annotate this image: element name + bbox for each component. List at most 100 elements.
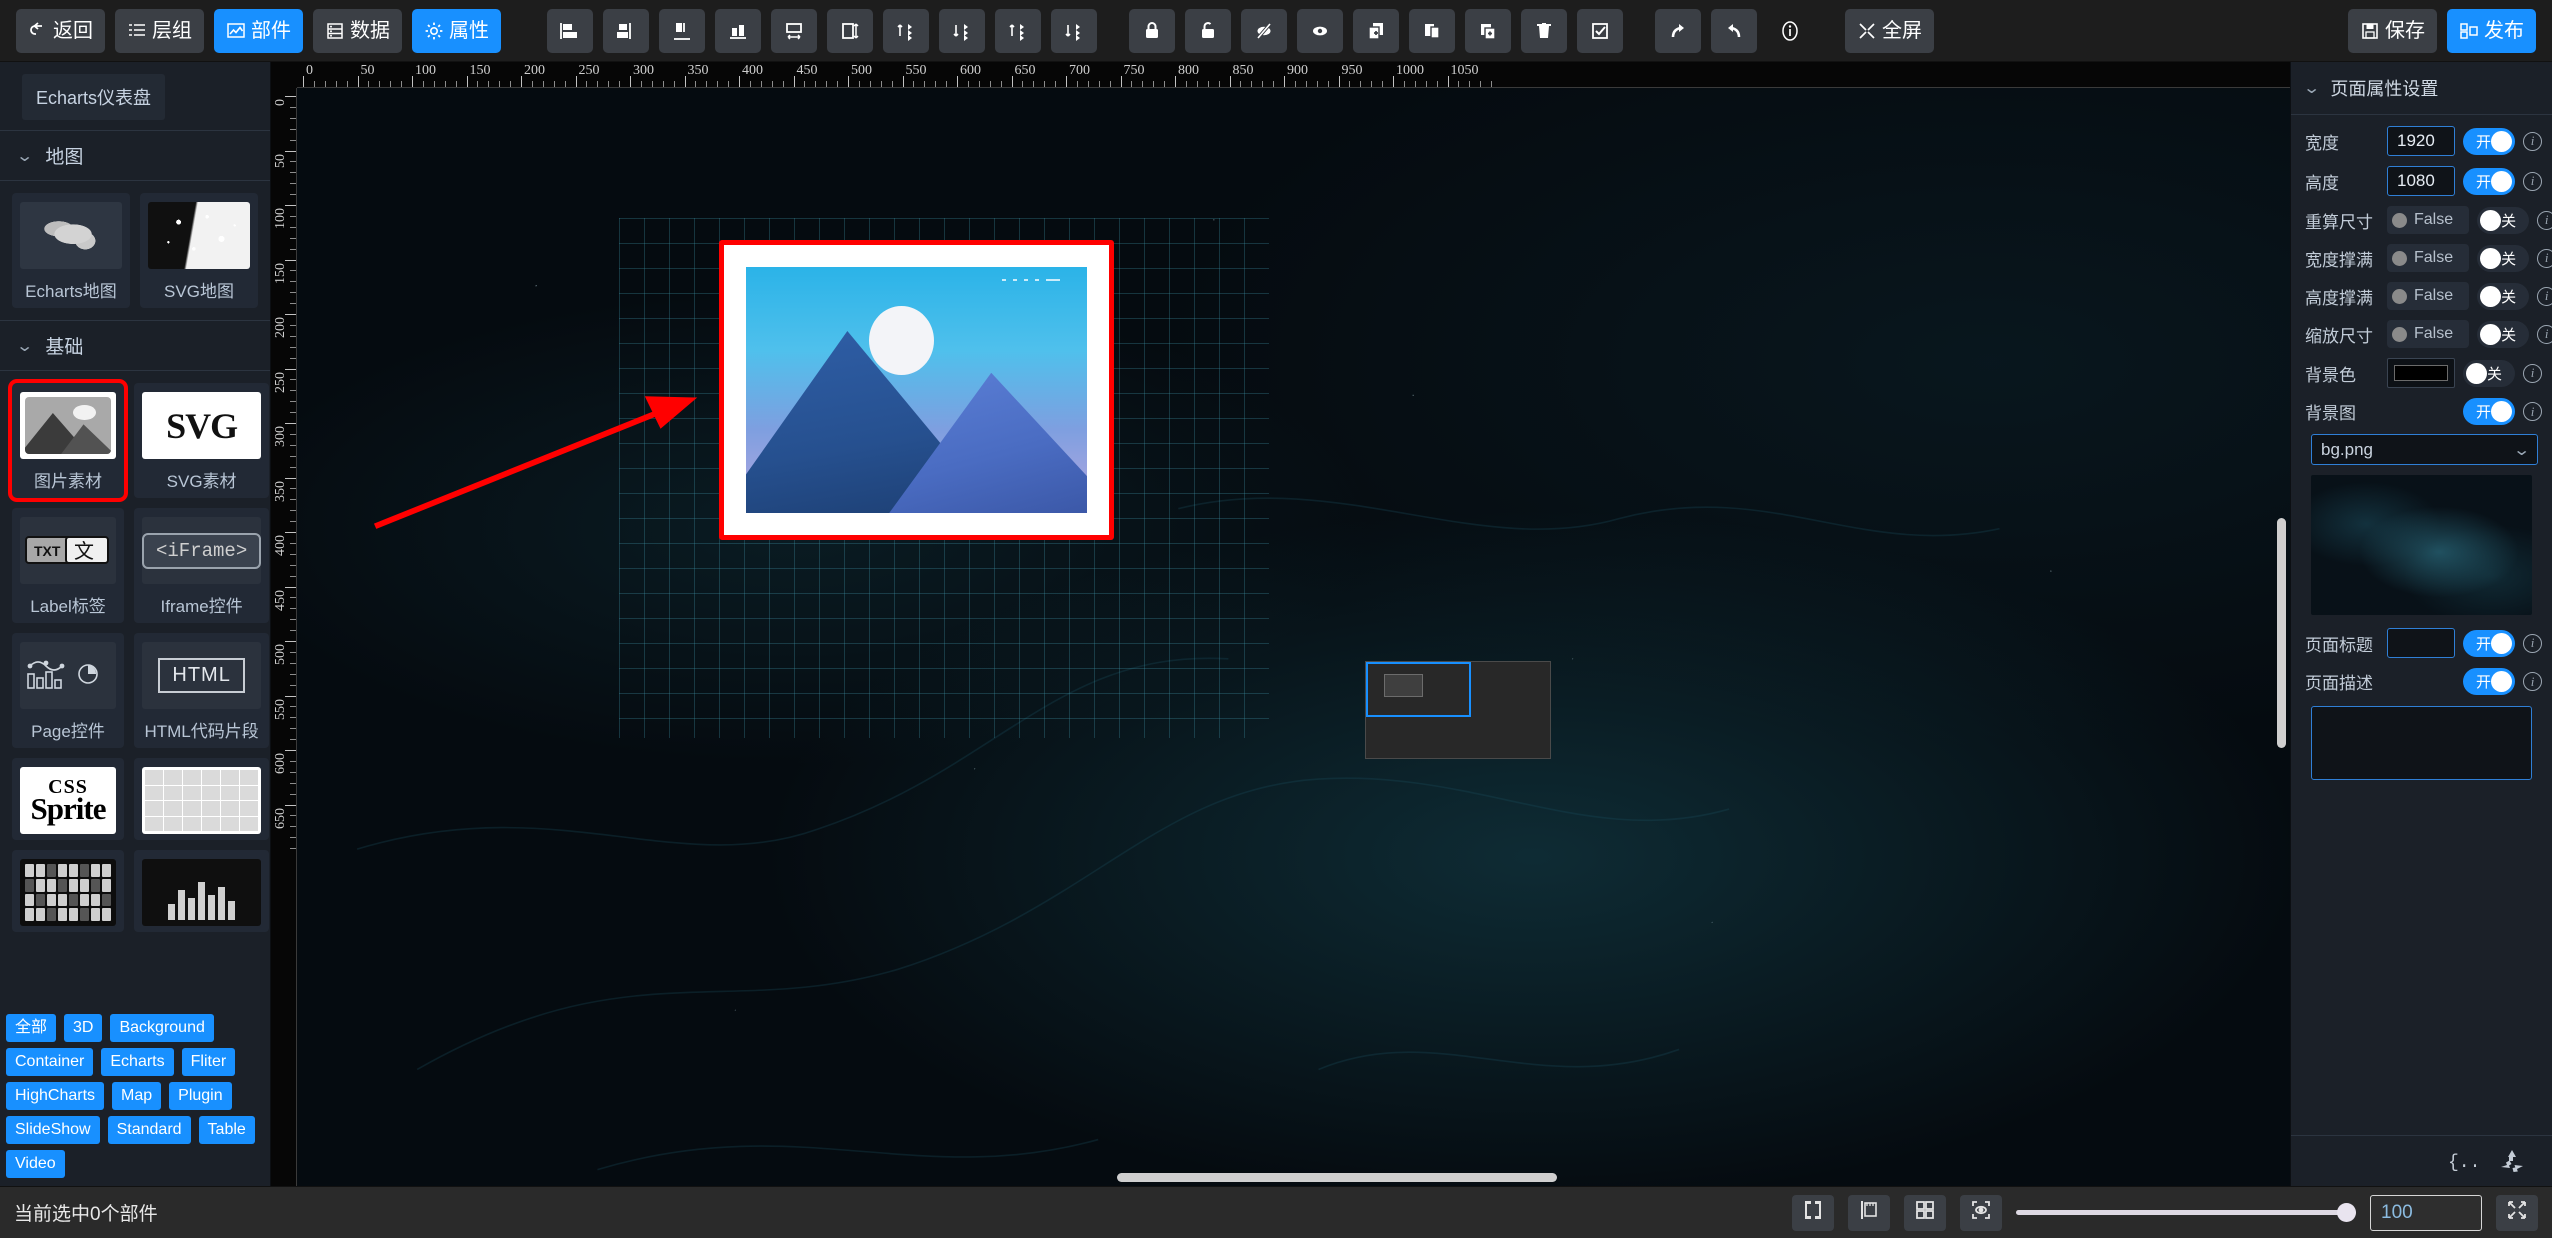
align-center-horizontal-button[interactable] bbox=[603, 8, 649, 53]
json-braces-icon[interactable]: {...} bbox=[2446, 1148, 2476, 1174]
canvas-image-element[interactable] bbox=[723, 244, 1110, 536]
zoom-slider-knob[interactable] bbox=[2337, 1203, 2356, 1222]
horizontal-ruler[interactable]: 0 50 100 150 200 250 300 350 400 450 500 550 600 650 7… bbox=[297, 62, 2290, 88]
filter-tag-video[interactable]: Video bbox=[6, 1150, 65, 1178]
bg-color-toggle[interactable]: 关 bbox=[2463, 359, 2515, 387]
info-icon[interactable]: i bbox=[2523, 171, 2542, 191]
page-desc-toggle[interactable]: 开 bbox=[2463, 668, 2515, 695]
component-card-echarts-map[interactable]: Echarts地图 bbox=[12, 193, 130, 308]
size-equal-height-button[interactable] bbox=[1051, 8, 1097, 53]
component-card-image-asset[interactable]: 图片素材 bbox=[8, 379, 128, 502]
width-input[interactable] bbox=[2387, 126, 2455, 156]
canvas-workspace[interactable]: 0 50 100 150 200 250 300 350 400 450 500 550 600 650 7… bbox=[271, 62, 2290, 1186]
page-desc-textarea[interactable] bbox=[2311, 706, 2532, 780]
height-toggle[interactable]: 开 bbox=[2463, 167, 2515, 195]
info-icon[interactable]: i bbox=[2523, 363, 2542, 383]
distribute-up-button[interactable] bbox=[883, 8, 929, 53]
collapse-button[interactable] bbox=[2496, 1194, 2538, 1231]
recalc-size-value-box[interactable]: False bbox=[2387, 206, 2470, 234]
save-button[interactable]: 保存 bbox=[2348, 8, 2437, 53]
info-icon[interactable]: i bbox=[2523, 131, 2542, 151]
zoom-slider[interactable] bbox=[2016, 1200, 2356, 1226]
filter-tag-plugin[interactable]: Plugin bbox=[169, 1082, 232, 1110]
back-button[interactable]: 返回 bbox=[16, 8, 105, 53]
bg-image-toggle[interactable]: 开 bbox=[2463, 398, 2515, 425]
component-card-svg-asset[interactable]: SVG SVG素材 bbox=[134, 383, 270, 498]
canvas-minimap[interactable] bbox=[1365, 661, 1551, 759]
align-left-button[interactable] bbox=[547, 8, 593, 53]
duplicate-button[interactable] bbox=[1465, 8, 1511, 53]
bg-image-preview[interactable] bbox=[2311, 475, 2532, 615]
section-header-map[interactable]: ⌄ 地图 bbox=[0, 130, 270, 181]
lock-button[interactable] bbox=[1129, 8, 1175, 53]
unlock-button[interactable] bbox=[1185, 8, 1231, 53]
preview-button[interactable] bbox=[1960, 1194, 2002, 1231]
properties-panel-header[interactable]: ⌄ 页面属性设置 bbox=[2291, 62, 2552, 115]
component-card-table[interactable] bbox=[134, 758, 270, 840]
undo-button[interactable] bbox=[1711, 8, 1757, 53]
component-card-bar[interactable] bbox=[12, 850, 124, 932]
filter-tag-all[interactable]: 全部 bbox=[6, 1014, 57, 1042]
filter-tag-highcharts[interactable]: HighCharts bbox=[6, 1082, 105, 1110]
recalc-size-toggle[interactable]: 关 bbox=[2477, 206, 2530, 234]
widget-button[interactable]: 部件 bbox=[214, 8, 303, 53]
filter-tag-3d[interactable]: 3D bbox=[64, 1014, 103, 1042]
scale-size-value-box[interactable]: False bbox=[2387, 320, 2470, 348]
info-icon[interactable]: i bbox=[2537, 286, 2552, 306]
filter-tag-background[interactable]: Background bbox=[110, 1014, 214, 1042]
section-header-basic[interactable]: ⌄ 基础 bbox=[0, 320, 270, 371]
hide-button[interactable] bbox=[1241, 8, 1287, 53]
grid-button[interactable] bbox=[1904, 1194, 1946, 1231]
filter-tag-standard[interactable]: Standard bbox=[107, 1116, 191, 1144]
show-button[interactable] bbox=[1297, 8, 1343, 53]
width-fill-toggle[interactable]: 关 bbox=[2477, 244, 2530, 272]
info-icon[interactable]: i bbox=[2537, 210, 2552, 230]
component-card-page[interactable]: Page控件 bbox=[12, 633, 124, 748]
height-input[interactable] bbox=[2387, 166, 2455, 196]
filter-tag-echarts[interactable]: Echarts bbox=[101, 1048, 174, 1076]
page-title-input[interactable] bbox=[2387, 628, 2455, 658]
width-toggle[interactable]: 开 bbox=[2463, 127, 2515, 155]
delete-button[interactable] bbox=[1521, 8, 1567, 53]
info-icon[interactable]: i bbox=[2523, 672, 2542, 691]
data-button[interactable]: 数据 bbox=[313, 8, 402, 53]
align-middle-vertical-button[interactable] bbox=[771, 8, 817, 53]
canvas-stage[interactable] bbox=[297, 88, 2290, 1186]
info-icon[interactable]: i bbox=[2523, 402, 2542, 421]
component-card-css-sprite[interactable]: CSS Sprite bbox=[12, 758, 124, 840]
horizontal-scrollbar[interactable] bbox=[1117, 1173, 1557, 1182]
component-card-svg-map[interactable]: SVG地图 bbox=[140, 193, 258, 308]
filter-tag-container[interactable]: Container bbox=[6, 1048, 94, 1076]
info-icon[interactable]: i bbox=[2523, 633, 2542, 653]
filter-tag-fliter[interactable]: Fliter bbox=[181, 1048, 236, 1076]
align-top-button[interactable] bbox=[715, 8, 761, 53]
filter-tag-map[interactable]: Map bbox=[112, 1082, 162, 1110]
publish-button[interactable]: 发布 bbox=[2447, 8, 2536, 53]
component-card-dots[interactable] bbox=[134, 850, 270, 932]
filter-tag-table[interactable]: Table bbox=[198, 1116, 255, 1144]
layers-button[interactable]: 层组 bbox=[115, 8, 204, 53]
component-card-label[interactable]: TXT 文 Label标签 bbox=[12, 508, 124, 623]
component-card-iframe[interactable]: <iFrame> Iframe控件 bbox=[134, 508, 270, 623]
frame-button[interactable] bbox=[1792, 1194, 1834, 1231]
distribute-down-button[interactable] bbox=[939, 8, 985, 53]
info-icon[interactable]: i bbox=[2537, 248, 2552, 268]
recycle-icon[interactable] bbox=[2498, 1148, 2526, 1174]
filter-tag-slideshow[interactable]: SlideShow bbox=[6, 1116, 100, 1144]
select-all-button[interactable] bbox=[1577, 8, 1623, 53]
copy-button[interactable] bbox=[1353, 8, 1399, 53]
vertical-ruler[interactable]: 0 50 100 150 200 250 300 350 400 450 500 550 600 650 bbox=[271, 88, 297, 1186]
page-title-toggle[interactable]: 开 bbox=[2463, 629, 2515, 657]
vertical-scrollbar[interactable] bbox=[2277, 518, 2286, 748]
zoom-value-box[interactable]: 100 bbox=[2370, 1194, 2482, 1231]
paste-button[interactable] bbox=[1409, 8, 1455, 53]
info-button[interactable] bbox=[1767, 9, 1813, 53]
height-fill-value-box[interactable]: False bbox=[2387, 282, 2470, 310]
align-right-button[interactable] bbox=[659, 8, 705, 53]
fullscreen-button[interactable]: 全屏 bbox=[1845, 8, 1934, 53]
scale-size-toggle[interactable]: 关 bbox=[2477, 320, 2530, 348]
bg-image-select[interactable]: bg.png ⌄ bbox=[2311, 434, 2538, 465]
bg-color-picker[interactable] bbox=[2387, 358, 2455, 388]
breadcrumb[interactable]: Echarts仪表盘 bbox=[22, 74, 166, 120]
redo-button[interactable] bbox=[1655, 8, 1701, 53]
